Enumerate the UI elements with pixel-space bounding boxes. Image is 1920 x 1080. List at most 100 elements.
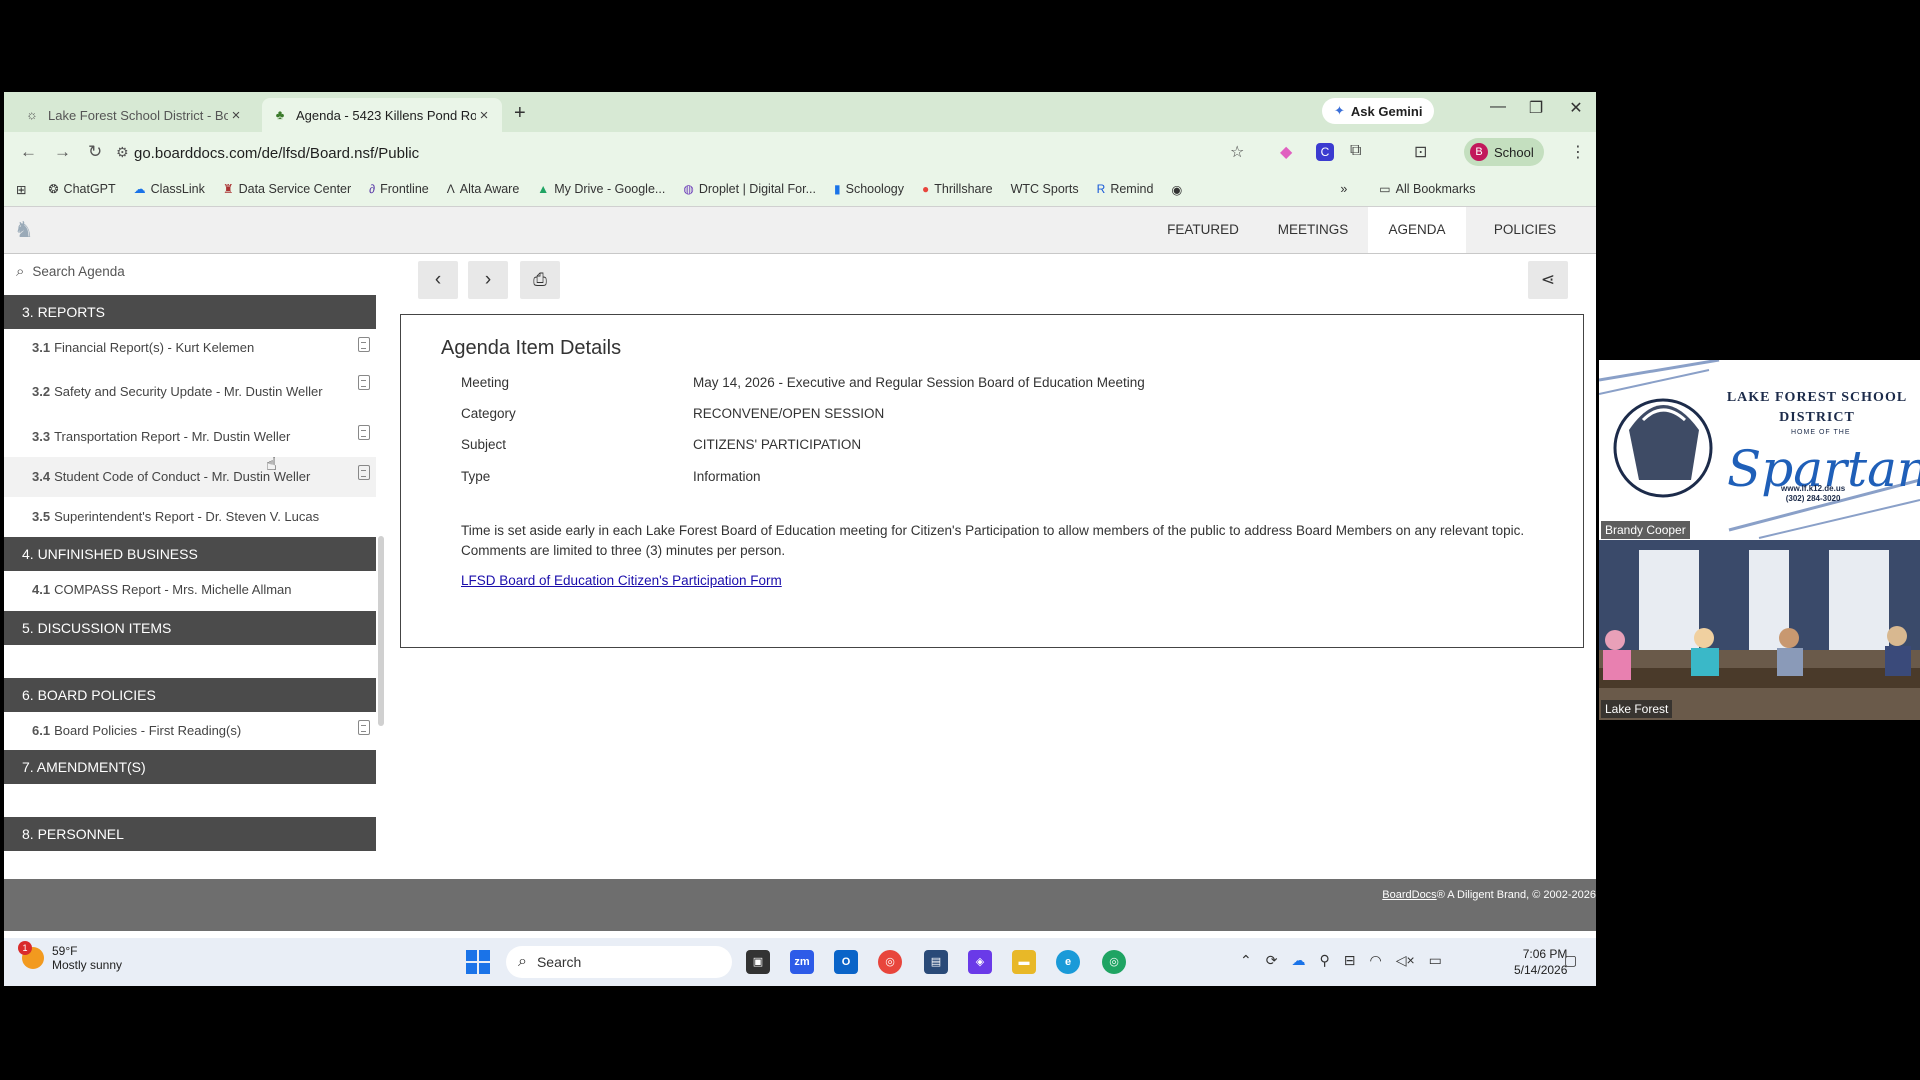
weather-widget[interactable]: 1 59°F Mostly sunny [18, 941, 122, 972]
nav-agenda[interactable]: AGENDA [1368, 207, 1466, 253]
canva-extension-icon[interactable]: C [1316, 143, 1334, 161]
meeting-camera-feed: Lake Forest [1599, 540, 1920, 720]
hand-cursor-icon: ☝ [266, 454, 277, 474]
next-button[interactable]: › [468, 261, 508, 299]
bookmark-schoology[interactable]: ▮ Schoology [834, 182, 904, 196]
print-icon[interactable]: ⎙ [520, 261, 560, 299]
file-explorer-icon[interactable]: ▬ [1012, 950, 1036, 974]
search-input[interactable]: Search Agenda [32, 264, 124, 279]
more-bookmarks-icon[interactable]: » [1340, 182, 1347, 196]
bookmark-frontline[interactable]: ∂ Frontline [369, 182, 429, 196]
app-icon[interactable]: ▤ [924, 950, 948, 974]
bookmark-classlink[interactable]: ☁ ClassLink [134, 182, 205, 196]
share-icon[interactable]: ⋖ [1528, 261, 1568, 299]
bookmark-wtc-sports[interactable]: WTC Sports [1011, 182, 1079, 196]
chrome-profile-icon[interactable]: ◎ [1102, 950, 1126, 974]
site-settings-icon[interactable]: ⚙ [116, 144, 129, 161]
display-icon[interactable]: ⊟ [1344, 952, 1356, 969]
tab-agenda[interactable]: ♣ Agenda - 5423 Killens Pond Ro × [262, 98, 502, 132]
search-agenda[interactable]: ⌕ Search Agenda [4, 254, 380, 288]
forward-button[interactable]: → [54, 142, 71, 162]
document-icon[interactable] [358, 425, 370, 440]
outlook-icon[interactable]: O [834, 950, 858, 974]
bookmark-star-icon[interactable]: ☆ [1230, 142, 1244, 162]
address-bar[interactable]: go.boarddocs.com/de/lfsd/Board.nsf/Publi… [134, 139, 1254, 167]
cloud-icon: ☁ [133, 182, 146, 196]
document-icon[interactable] [358, 720, 370, 735]
agenda-item-details: Agenda Item Details Meeting May 14, 2026… [400, 314, 1584, 648]
restore-button[interactable]: ❐ [1516, 98, 1556, 118]
profile-button[interactable]: B School [1464, 138, 1544, 166]
document-icon[interactable] [358, 465, 370, 480]
sync-icon[interactable]: ⟳ [1266, 952, 1278, 969]
nav-policies[interactable]: POLICIES [1478, 207, 1572, 253]
chevron-up-icon[interactable]: ⌃ [1240, 952, 1252, 969]
apps-grid-icon[interactable]: ⊞ [16, 182, 26, 197]
document-icon[interactable] [358, 337, 370, 352]
reload-button[interactable]: ↻ [88, 142, 102, 162]
edge-icon[interactable]: e [1056, 950, 1080, 974]
extension-icon[interactable]: ◆ [1280, 142, 1292, 162]
back-button[interactable]: ← [20, 142, 37, 162]
boarddocs-link[interactable]: BoardDocs [1382, 889, 1436, 901]
bookmark-my-drive[interactable]: ▲ My Drive - Google... [537, 182, 665, 196]
chrome-icon[interactable]: ◎ [878, 950, 902, 974]
close-icon[interactable]: × [228, 107, 244, 124]
spartan-logo-icon[interactable]: ♞ [14, 217, 34, 243]
list-item[interactable]: 4.1 COMPASS Report - Mrs. Michelle Allman [4, 571, 376, 609]
list-item[interactable]: 3.2 Safety and Security Update - Mr. Dust… [4, 367, 376, 417]
vpn-icon[interactable]: ⚲ [1319, 952, 1329, 969]
nav-meetings[interactable]: MEETINGS [1266, 207, 1360, 253]
ask-gemini-button[interactable]: ✦ Ask Gemini [1322, 98, 1435, 124]
wifi-icon[interactable]: ◠ [1369, 952, 1381, 969]
mute-icon[interactable]: ◁× [1396, 952, 1415, 969]
list-item[interactable]: 3.1 Financial Report(s) - Kurt Kelemen [4, 329, 376, 367]
participation-form-link[interactable]: LFSD Board of Education Citizen's Partic… [461, 573, 782, 588]
list-item[interactable]: 3.4 Student Code of Conduct - Mr. Dustin … [4, 457, 376, 497]
tab-strip: ☼ Lake Forest School District - Bo × ♣ A… [4, 92, 1596, 132]
sidebar-scrollbar[interactable] [378, 536, 384, 726]
battery-icon[interactable]: ▭ [1429, 952, 1442, 969]
onedrive-icon[interactable]: ☁ [1291, 952, 1305, 969]
clock[interactable]: 7:06 PM 5/14/2026 [1514, 946, 1567, 978]
section-unfinished-business[interactable]: 4. UNFINISHED BUSINESS [4, 537, 376, 571]
list-item[interactable]: 3.3 Transportation Report - Mr. Dustin We… [4, 417, 376, 457]
list-item[interactable]: 6.1 Board Policies - First Reading(s) [4, 712, 376, 750]
minimize-button[interactable]: — [1478, 98, 1518, 116]
tab-lake-forest[interactable]: ☼ Lake Forest School District - Bo × [14, 98, 254, 132]
task-view-icon[interactable]: ▣ [746, 950, 770, 974]
globe-icon[interactable]: ◉ [1171, 182, 1182, 197]
document-icon[interactable] [358, 375, 370, 390]
puzzle-icon[interactable]: ⧉ [1350, 142, 1361, 160]
category-value: RECONVENE/OPEN SESSION [693, 406, 885, 421]
bookmark-droplet[interactable]: ◍ Droplet | Digital For... [683, 182, 816, 196]
previous-button[interactable]: ‹ [418, 261, 458, 299]
section-board-policies[interactable]: 6. BOARD POLICIES [4, 678, 376, 712]
teams-icon[interactable]: ◈ [968, 950, 992, 974]
section-personnel[interactable]: 8. PERSONNEL [4, 817, 376, 851]
avatar: B [1470, 143, 1488, 161]
tab-search-icon[interactable]: ⊡ [1414, 142, 1427, 162]
zoom-icon[interactable]: zm [790, 950, 814, 974]
item-description: Time is set aside early in each Lake For… [461, 523, 1525, 558]
menu-dots-icon[interactable]: ⋮ [1570, 142, 1586, 162]
bookmark-chatgpt[interactable]: ❂ ChatGPT [48, 182, 115, 196]
list-item[interactable]: 3.5 Superintendent's Report - Dr. Steven … [4, 497, 376, 537]
taskbar-search[interactable]: ⌕ Search [506, 946, 732, 978]
notifications-icon[interactable]: ▢ [1564, 952, 1577, 969]
close-window-button[interactable]: ✕ [1556, 98, 1596, 118]
section-amendments[interactable]: 7. AMENDMENT(S) [4, 750, 376, 784]
all-bookmarks[interactable]: ▭ All Bookmarks [1379, 182, 1475, 196]
bookmark-data-service-center[interactable]: ♜ Data Service Center [223, 182, 351, 196]
close-icon[interactable]: × [476, 107, 492, 124]
remind-icon: R [1096, 182, 1106, 196]
new-tab-button[interactable]: + [514, 102, 526, 125]
nav-featured[interactable]: FEATURED [1152, 207, 1254, 253]
section-discussion-items[interactable]: 5. DISCUSSION ITEMS [4, 611, 376, 645]
bookmark-remind[interactable]: R Remind [1097, 182, 1154, 196]
bookmark-alta-aware[interactable]: Λ Alta Aware [447, 182, 520, 196]
meeting-value: May 14, 2026 - Executive and Regular Ses… [693, 375, 1145, 390]
section-reports[interactable]: 3. REPORTS [4, 295, 376, 329]
windows-start-icon[interactable] [466, 950, 490, 974]
bookmark-thrillshare[interactable]: ● Thrillshare [922, 182, 993, 196]
